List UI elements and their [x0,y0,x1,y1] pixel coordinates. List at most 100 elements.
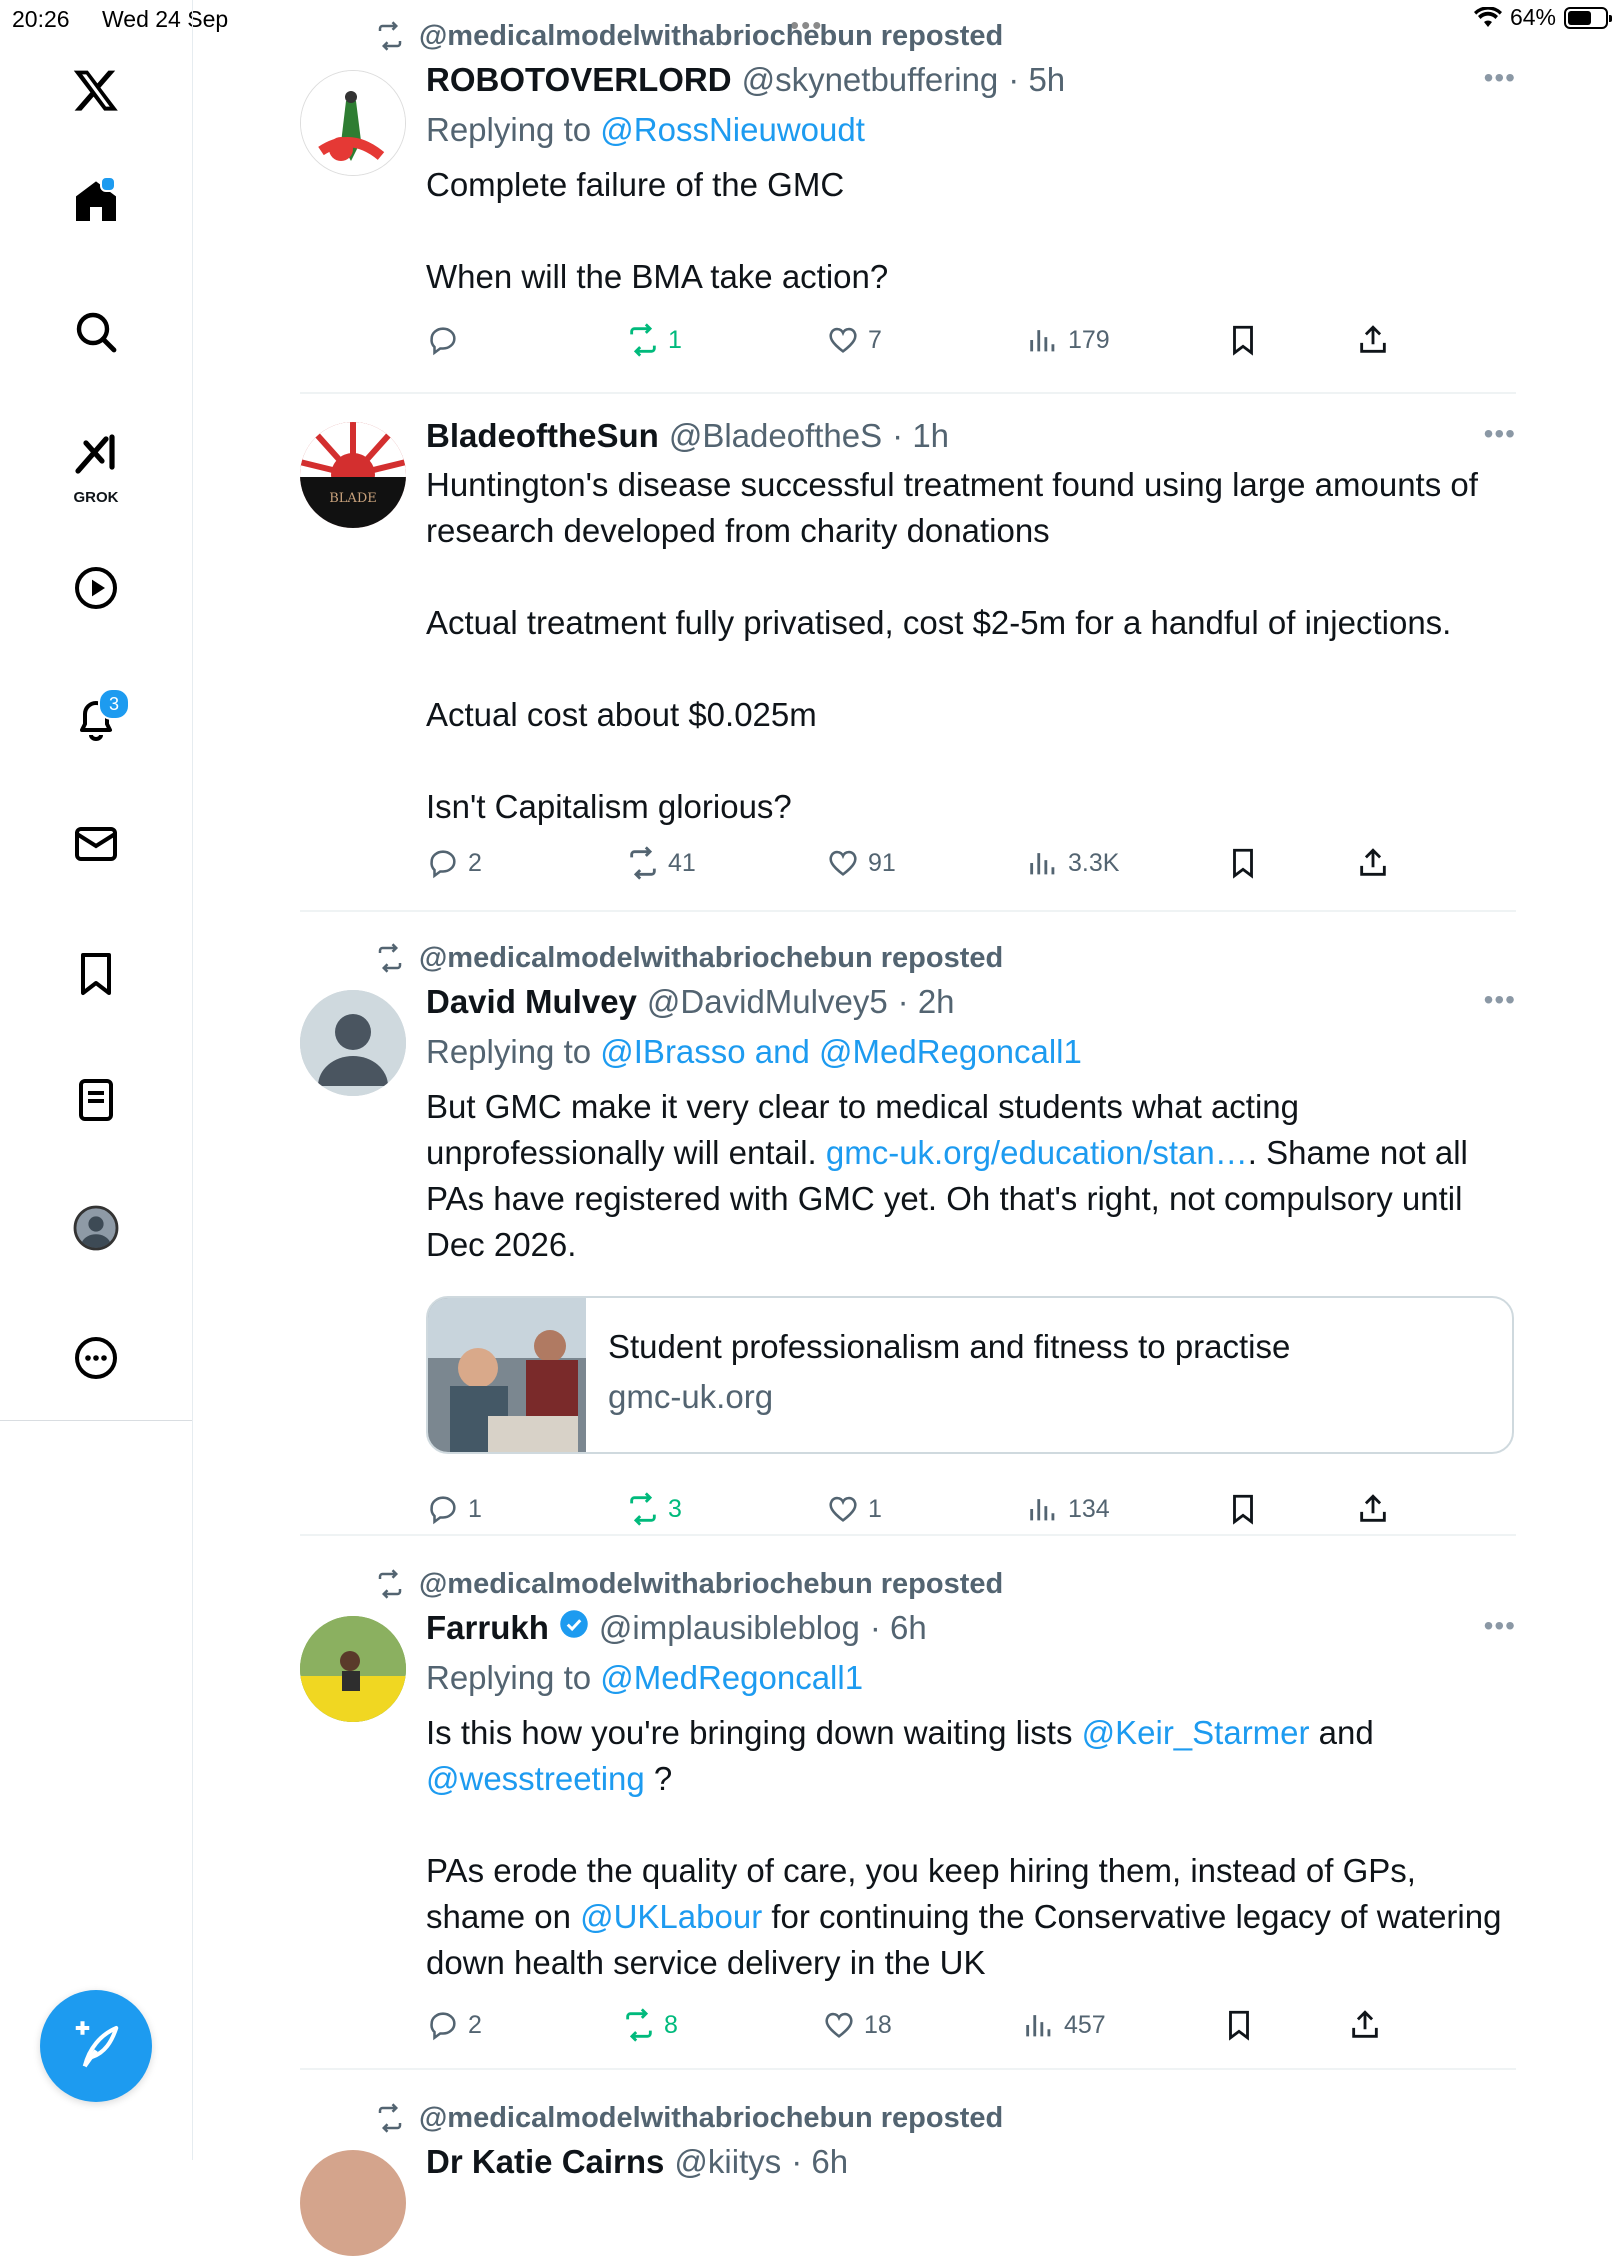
tweet-text: Is this how you're bringing down waiting… [426,1714,1511,1981]
battery-percent: 64% [1509,4,1556,30]
avatar[interactable]: BLADE [300,422,406,528]
bookmark-icon [1233,325,1253,356]
sidebar: GROK 3 [0,0,193,2160]
share-button[interactable] [1356,846,1390,880]
mention-link[interactable]: @wesstreeting [426,1760,645,1797]
x-logo-icon[interactable] [66,60,126,120]
home-icon[interactable] [66,172,126,232]
bookmark-button[interactable] [1222,2008,1256,2042]
repost-button[interactable]: 1 [626,323,682,357]
tweet-content: Farrukh @implausibleblog · 6h ••• Replying… [426,1606,1516,1986]
search-icon[interactable] [66,302,126,362]
sidebar-divider [0,1420,192,1421]
repost-icon [626,2008,652,2042]
bookmark-icon [1229,2010,1249,2041]
heart-icon [825,2012,853,2038]
mention-link[interactable]: @MedRegoncall1 [600,1659,863,1696]
replying-to: Replying to @RossNieuwoudt [426,111,865,148]
repost-indicator: @medicalmodelwithabriochebun reposted [375,940,1003,976]
tweet-actions: 2 41 91 3.3K [426,846,1426,890]
user-handle[interactable]: @BladeoftheS [669,414,882,458]
display-name[interactable]: BladeoftheSun [426,414,659,458]
display-name[interactable]: Farrukh [426,1606,549,1650]
heart-icon [829,850,857,876]
repost-button[interactable]: 8 [622,2008,678,2042]
mention-link[interactable]: @IBrasso and @MedRegoncall1 [600,1033,1082,1070]
repost-button[interactable]: 3 [626,1492,682,1526]
display-name[interactable]: Dr Katie Cairns [426,2140,664,2184]
tweet-text: But GMC make it very clear to medical st… [426,1088,1478,1263]
repost-button[interactable]: 41 [626,846,696,880]
bell-icon[interactable]: 3 [66,688,130,748]
notifications-badge: 3 [98,688,130,720]
user-handle[interactable]: @DavidMulvey5 [647,980,888,1024]
bookmark-icon[interactable] [66,944,126,1004]
more-options-icon[interactable] [66,1328,126,1388]
tweet-actions: 1 3 1 134 [426,1492,1426,1536]
heart-icon [829,1496,857,1522]
compose-post-button[interactable] [40,1990,152,2102]
bookmark-button[interactable] [1226,846,1260,880]
bookmark-button[interactable] [1226,1492,1260,1526]
like-button[interactable]: 1 [826,1492,882,1526]
views-button[interactable]: 134 [1026,1492,1110,1526]
divider [300,392,1516,394]
link-card[interactable]: Student professionalism and fitness to p… [426,1296,1514,1454]
divider [300,2068,1516,2070]
bookmark-button[interactable] [1226,323,1260,357]
mention-link[interactable]: @Keir_Starmer [1082,1714,1310,1751]
bookmark-icon [1233,1494,1253,1525]
profile-icon[interactable] [66,1198,126,1258]
views-icon [1030,330,1055,352]
reply-button[interactable] [426,323,468,357]
verified-badge-icon [560,1610,588,1638]
mention-link[interactable]: @UKLabour [580,1898,762,1935]
like-button[interactable]: 18 [822,2008,892,2042]
avatar[interactable] [300,2150,406,2256]
user-handle[interactable]: @skynetbuffering [742,58,999,102]
more-menu-icon[interactable]: ••• [1484,984,1516,1016]
more-menu-icon[interactable]: ••• [1484,418,1516,450]
avatar[interactable] [300,990,406,1096]
url-link[interactable]: gmc-uk.org/education/stan… [826,1134,1248,1171]
video-icon[interactable] [66,558,126,618]
more-menu-icon[interactable]: ••• [1484,1610,1516,1642]
share-icon [1352,2010,1378,2038]
user-handle[interactable]: @implausibleblog [599,1606,860,1650]
user-handle[interactable]: @kiitys [674,2140,781,2184]
repost-indicator: @medicalmodelwithabriochebun reposted [375,2100,1003,2136]
reply-button[interactable]: 2 [426,2008,482,2042]
avatar[interactable] [300,1616,406,1722]
share-button[interactable] [1348,2008,1382,2042]
avatar[interactable] [300,70,406,176]
reply-button[interactable]: 2 [426,846,482,880]
like-button[interactable]: 7 [826,323,882,357]
views-button[interactable]: 3.3K [1026,846,1119,880]
views-button[interactable]: 457 [1022,2008,1106,2042]
mail-icon[interactable] [66,814,126,874]
display-name[interactable]: ROBOTOVERLORD [426,58,732,102]
views-icon [1030,853,1055,875]
like-button[interactable]: 91 [826,846,896,880]
lists-icon[interactable] [66,1070,126,1130]
share-button[interactable] [1356,1492,1390,1526]
mention-link[interactable]: @RossNieuwoudt [600,111,865,148]
display-name[interactable]: David Mulvey [426,980,637,1024]
repost-indicator: @medicalmodelwithabriochebun reposted [375,18,1003,54]
tweet-text: Huntington's disease successful treatmen… [426,466,1478,825]
divider [300,1534,1516,1536]
compose-feather-icon [75,2021,119,2068]
battery-icon [1564,6,1612,29]
share-button[interactable] [1356,323,1390,357]
tweet-actions: 2 8 18 457 [426,2008,1426,2052]
views-button[interactable]: 179 [1026,323,1110,357]
card-thumbnail [428,1298,586,1452]
post-time: · 1h [892,417,950,454]
grok-icon[interactable]: GROK [66,424,126,506]
views-icon [1026,2015,1051,2037]
divider [300,910,1516,912]
more-menu-icon[interactable]: ••• [1484,62,1516,94]
repost-icon [378,2103,402,2133]
reply-button[interactable]: 1 [426,1492,482,1526]
tweet-actions: 1 7 179 [426,323,1426,367]
